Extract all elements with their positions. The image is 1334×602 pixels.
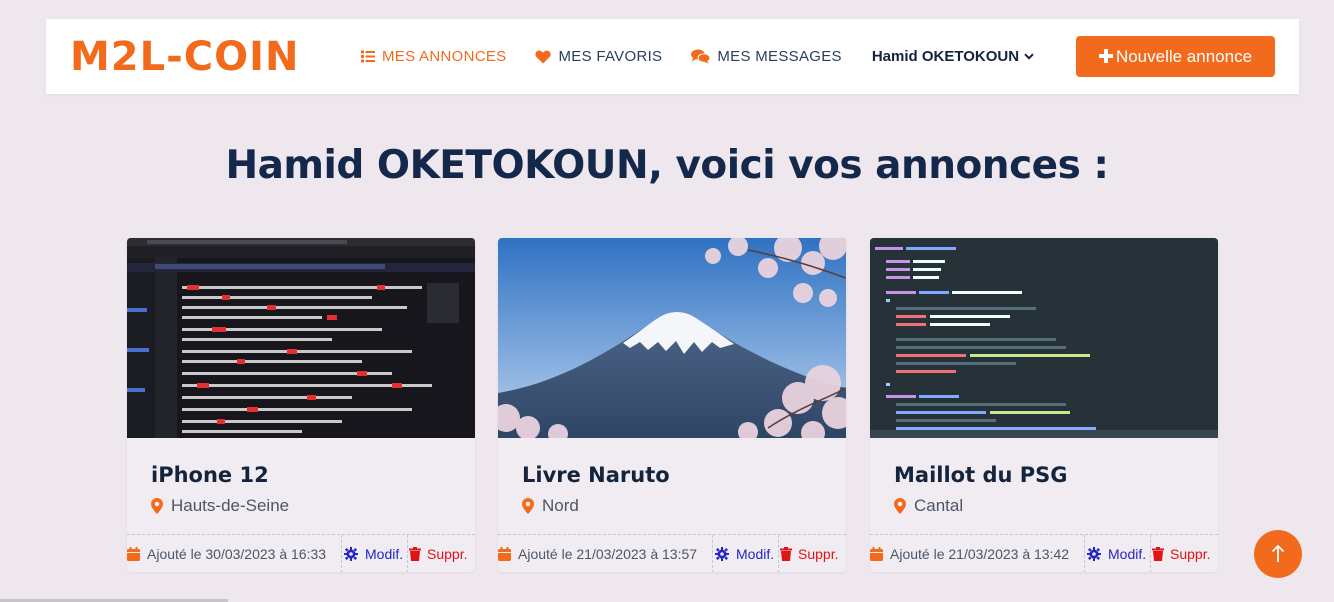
delete-label: Suppr. bbox=[1170, 545, 1211, 562]
nav-item-label: MES ANNONCES bbox=[382, 48, 507, 65]
map-marker-icon bbox=[894, 498, 906, 514]
user-menu[interactable]: Hamid OKETOKOUN bbox=[872, 48, 1034, 65]
listing-date: Ajouté le 21/03/2023 à 13:57 bbox=[498, 535, 712, 573]
page-title: Hamid OKETOKOUN, voici vos annonces : bbox=[225, 143, 1109, 188]
calendar-icon bbox=[498, 546, 511, 561]
gear-icon bbox=[344, 546, 358, 561]
list-icon bbox=[361, 50, 375, 63]
edit-button[interactable]: Modif. bbox=[1084, 534, 1151, 572]
calendar-icon bbox=[870, 546, 883, 561]
location-label: Nord bbox=[542, 496, 579, 515]
new-listing-label: Nouvelle annonce bbox=[1115, 46, 1253, 66]
date-label: Ajouté le 21/03/2023 à 13:57 bbox=[518, 545, 698, 562]
delete-button[interactable]: Suppr. bbox=[408, 535, 467, 573]
heart-icon bbox=[535, 50, 552, 64]
listing-footer: Ajouté le 30/03/2023 à 16:33 Modif. Supp… bbox=[127, 534, 475, 572]
listing-title[interactable]: Maillot du PSG bbox=[894, 463, 1068, 487]
listing-location: Nord bbox=[522, 496, 579, 516]
listing-title[interactable]: iPhone 12 bbox=[151, 463, 269, 487]
date-label: Ajouté le 30/03/2023 à 16:33 bbox=[147, 545, 327, 562]
trash-icon bbox=[1152, 546, 1164, 561]
trash-icon bbox=[780, 546, 792, 561]
location-label: Cantal bbox=[914, 496, 964, 515]
map-marker-icon bbox=[151, 498, 163, 514]
chevron-down-icon bbox=[1024, 53, 1034, 60]
arrow-up-icon bbox=[1271, 545, 1285, 563]
edit-label: Modif. bbox=[365, 545, 404, 562]
listing-date: Ajouté le 30/03/2023 à 16:33 bbox=[127, 535, 341, 573]
plus-icon bbox=[1098, 46, 1113, 67]
nav-item-label: MES FAVORIS bbox=[558, 48, 663, 65]
edit-button[interactable]: Modif. bbox=[712, 534, 779, 572]
gear-icon bbox=[715, 546, 729, 561]
listing-location: Hauts-de-Seine bbox=[151, 496, 289, 516]
listing-footer: Ajouté le 21/03/2023 à 13:42 Modif. Supp… bbox=[870, 534, 1218, 572]
trash-icon bbox=[409, 546, 421, 561]
listing-date: Ajouté le 21/03/2023 à 13:42 bbox=[870, 535, 1084, 573]
listing-image[interactable] bbox=[498, 238, 846, 438]
scroll-to-top-button[interactable] bbox=[1254, 530, 1302, 578]
comments-icon bbox=[691, 49, 711, 64]
map-marker-icon bbox=[522, 498, 534, 514]
location-label: Hauts-de-Seine bbox=[171, 496, 290, 515]
edit-label: Modif. bbox=[736, 545, 775, 562]
edit-label: Modif. bbox=[1108, 545, 1147, 562]
navbar: M2L-COIN MES ANNONCES MES FAVORIS MES ME… bbox=[46, 19, 1299, 94]
delete-label: Suppr. bbox=[798, 545, 839, 562]
listing-card[interactable]: Livre Naruto Nord Ajouté le 21/03/2023 à… bbox=[498, 238, 846, 572]
delete-label: Suppr. bbox=[427, 545, 468, 562]
date-label: Ajouté le 21/03/2023 à 13:42 bbox=[890, 545, 1070, 562]
listing-image[interactable] bbox=[127, 238, 475, 438]
nav-item-mes-messages[interactable]: MES MESSAGES bbox=[691, 48, 842, 65]
listing-card[interactable]: Maillot du PSG Cantal Ajouté le 21/03/20… bbox=[870, 238, 1218, 572]
listing-image[interactable] bbox=[870, 238, 1218, 438]
delete-button[interactable]: Suppr. bbox=[1151, 535, 1210, 573]
brand-logo[interactable]: M2L-COIN bbox=[70, 34, 299, 80]
nav-item-label: MES MESSAGES bbox=[717, 48, 842, 65]
nav-links: MES ANNONCES MES FAVORIS MES MESSAGES Ha… bbox=[361, 19, 1034, 94]
new-listing-button[interactable]: Nouvelle annonce bbox=[1076, 36, 1275, 77]
user-name: Hamid OKETOKOUN bbox=[871, 48, 1020, 65]
calendar-icon bbox=[127, 546, 140, 561]
nav-item-mes-annonces[interactable]: MES ANNONCES bbox=[361, 48, 506, 65]
listing-card[interactable]: iPhone 12 Hauts-de-Seine Ajouté le 30/03… bbox=[127, 238, 475, 572]
nav-item-mes-favoris[interactable]: MES FAVORIS bbox=[535, 48, 662, 65]
listing-location: Cantal bbox=[894, 496, 963, 516]
gear-icon bbox=[1087, 546, 1101, 561]
listing-footer: Ajouté le 21/03/2023 à 13:57 Modif. Supp… bbox=[498, 534, 846, 572]
listing-title[interactable]: Livre Naruto bbox=[522, 463, 670, 487]
delete-button[interactable]: Suppr. bbox=[779, 535, 838, 573]
edit-button[interactable]: Modif. bbox=[341, 534, 408, 572]
